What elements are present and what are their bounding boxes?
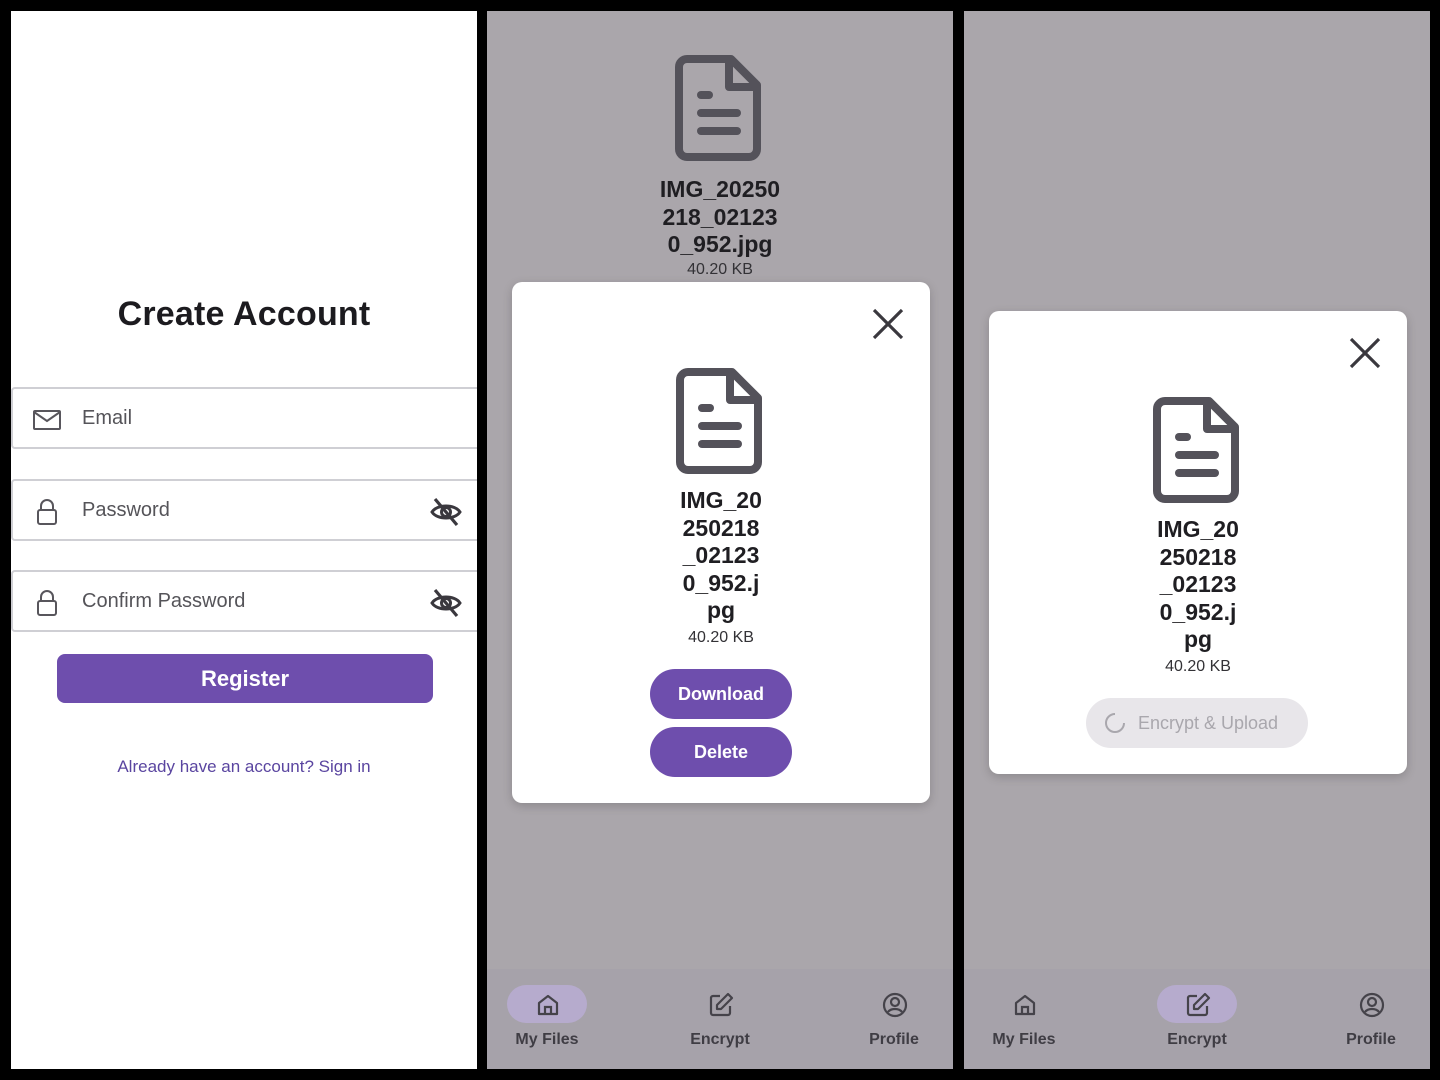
file-name-line: pg — [706, 597, 736, 623]
file-name-line: 0_952.jpg — [667, 231, 773, 257]
bottom-navigation: My Files Encrypt Profile — [964, 969, 1430, 1069]
nav-label: Encrypt — [1167, 1031, 1227, 1048]
nav-item-encrypt[interactable]: Encrypt — [1137, 969, 1257, 1069]
file-name-line: _02123 — [682, 542, 760, 568]
file-name: IMG_20250 218_02123 0_952.jpg — [620, 176, 820, 259]
page-title: Create Account — [117, 295, 371, 333]
file-size: 40.20 KB — [688, 629, 754, 646]
nav-item-my-files[interactable]: My Files — [964, 969, 1084, 1069]
home-icon — [537, 994, 559, 1016]
file-name: IMG_20 250218 _02123 0_952.j pg — [621, 487, 821, 625]
confirm-password-field[interactable]: Confirm Password — [11, 570, 477, 632]
file-name-line: 250218 — [1159, 543, 1237, 570]
visibility-off-icon[interactable] — [429, 586, 463, 620]
nav-label: Profile — [869, 1031, 919, 1048]
file-name-line: pg — [1183, 626, 1213, 652]
encrypt-screen: IMG_20 250218 _02123 0_952.j pg 40.20 KB… — [964, 11, 1430, 1069]
account-circle-icon — [882, 992, 908, 1018]
lock-icon — [37, 590, 57, 616]
my-files-screen: IMG_20250 218_02123 0_952.jpg 40.20 KB I… — [487, 11, 953, 1069]
file-name-line: 218_02123 — [662, 203, 778, 230]
nav-label: Encrypt — [690, 1031, 750, 1048]
file-size: 40.20 KB — [687, 261, 753, 278]
file-name-line: IMG_20 — [1157, 516, 1239, 542]
encrypt-upload-button[interactable]: Encrypt & Upload — [1086, 698, 1308, 748]
encrypt-upload-label: Encrypt & Upload — [1138, 713, 1279, 733]
close-icon[interactable] — [870, 306, 906, 342]
nav-item-profile[interactable]: Profile — [1311, 969, 1430, 1069]
file-name: IMG_20 250218 _02123 0_952.j pg — [1098, 516, 1298, 654]
account-circle-icon — [1359, 992, 1385, 1018]
nav-item-encrypt[interactable]: Encrypt — [660, 969, 780, 1069]
password-field[interactable]: Password — [11, 479, 477, 541]
file-name-line: _02123 — [1159, 571, 1237, 597]
visibility-off-icon[interactable] — [429, 495, 463, 529]
password-placeholder: Password — [82, 499, 170, 521]
confirm-password-placeholder: Confirm Password — [82, 590, 246, 612]
bottom-navigation: My Files Encrypt Profile — [487, 969, 953, 1069]
file-name-line: IMG_20 — [680, 487, 762, 513]
nav-label: My Files — [515, 1031, 579, 1048]
lock-icon — [37, 499, 57, 525]
file-name-line: 0_952.j — [1159, 598, 1237, 625]
mail-icon — [33, 410, 61, 430]
sign-in-link[interactable]: Already have an account? Sign in — [11, 757, 477, 777]
nav-item-profile[interactable]: Profile — [834, 969, 953, 1069]
nav-item-my-files[interactable]: My Files — [487, 969, 607, 1069]
progress-spinner-icon — [1105, 712, 1126, 733]
file-actions-dialog: IMG_20 250218 _02123 0_952.j pg 40.20 KB… — [512, 282, 930, 803]
document-icon[interactable] — [675, 53, 765, 163]
file-name-line: 250218 — [682, 514, 760, 541]
register-button[interactable]: Register — [57, 654, 433, 703]
file-name-line: IMG_20250 — [659, 176, 781, 202]
nav-label: Profile — [1346, 1031, 1396, 1048]
document-icon — [1153, 397, 1239, 503]
file-name-line: 0_952.j — [682, 569, 760, 596]
document-icon — [676, 368, 762, 474]
home-icon — [1014, 994, 1036, 1016]
download-button[interactable]: Download — [650, 669, 792, 719]
file-size: 40.20 KB — [1165, 658, 1231, 675]
delete-button[interactable]: Delete — [650, 727, 792, 777]
close-icon[interactable] — [1347, 335, 1383, 371]
edit-icon — [709, 992, 734, 1017]
edit-icon — [1186, 992, 1211, 1017]
email-placeholder: Email — [82, 407, 133, 429]
encrypt-upload-dialog: IMG_20 250218 _02123 0_952.j pg 40.20 KB… — [989, 311, 1407, 774]
nav-label: My Files — [992, 1031, 1056, 1048]
register-screen: Create Account Email Password Confirm Pa… — [11, 11, 477, 1069]
email-field[interactable]: Email — [11, 387, 477, 449]
